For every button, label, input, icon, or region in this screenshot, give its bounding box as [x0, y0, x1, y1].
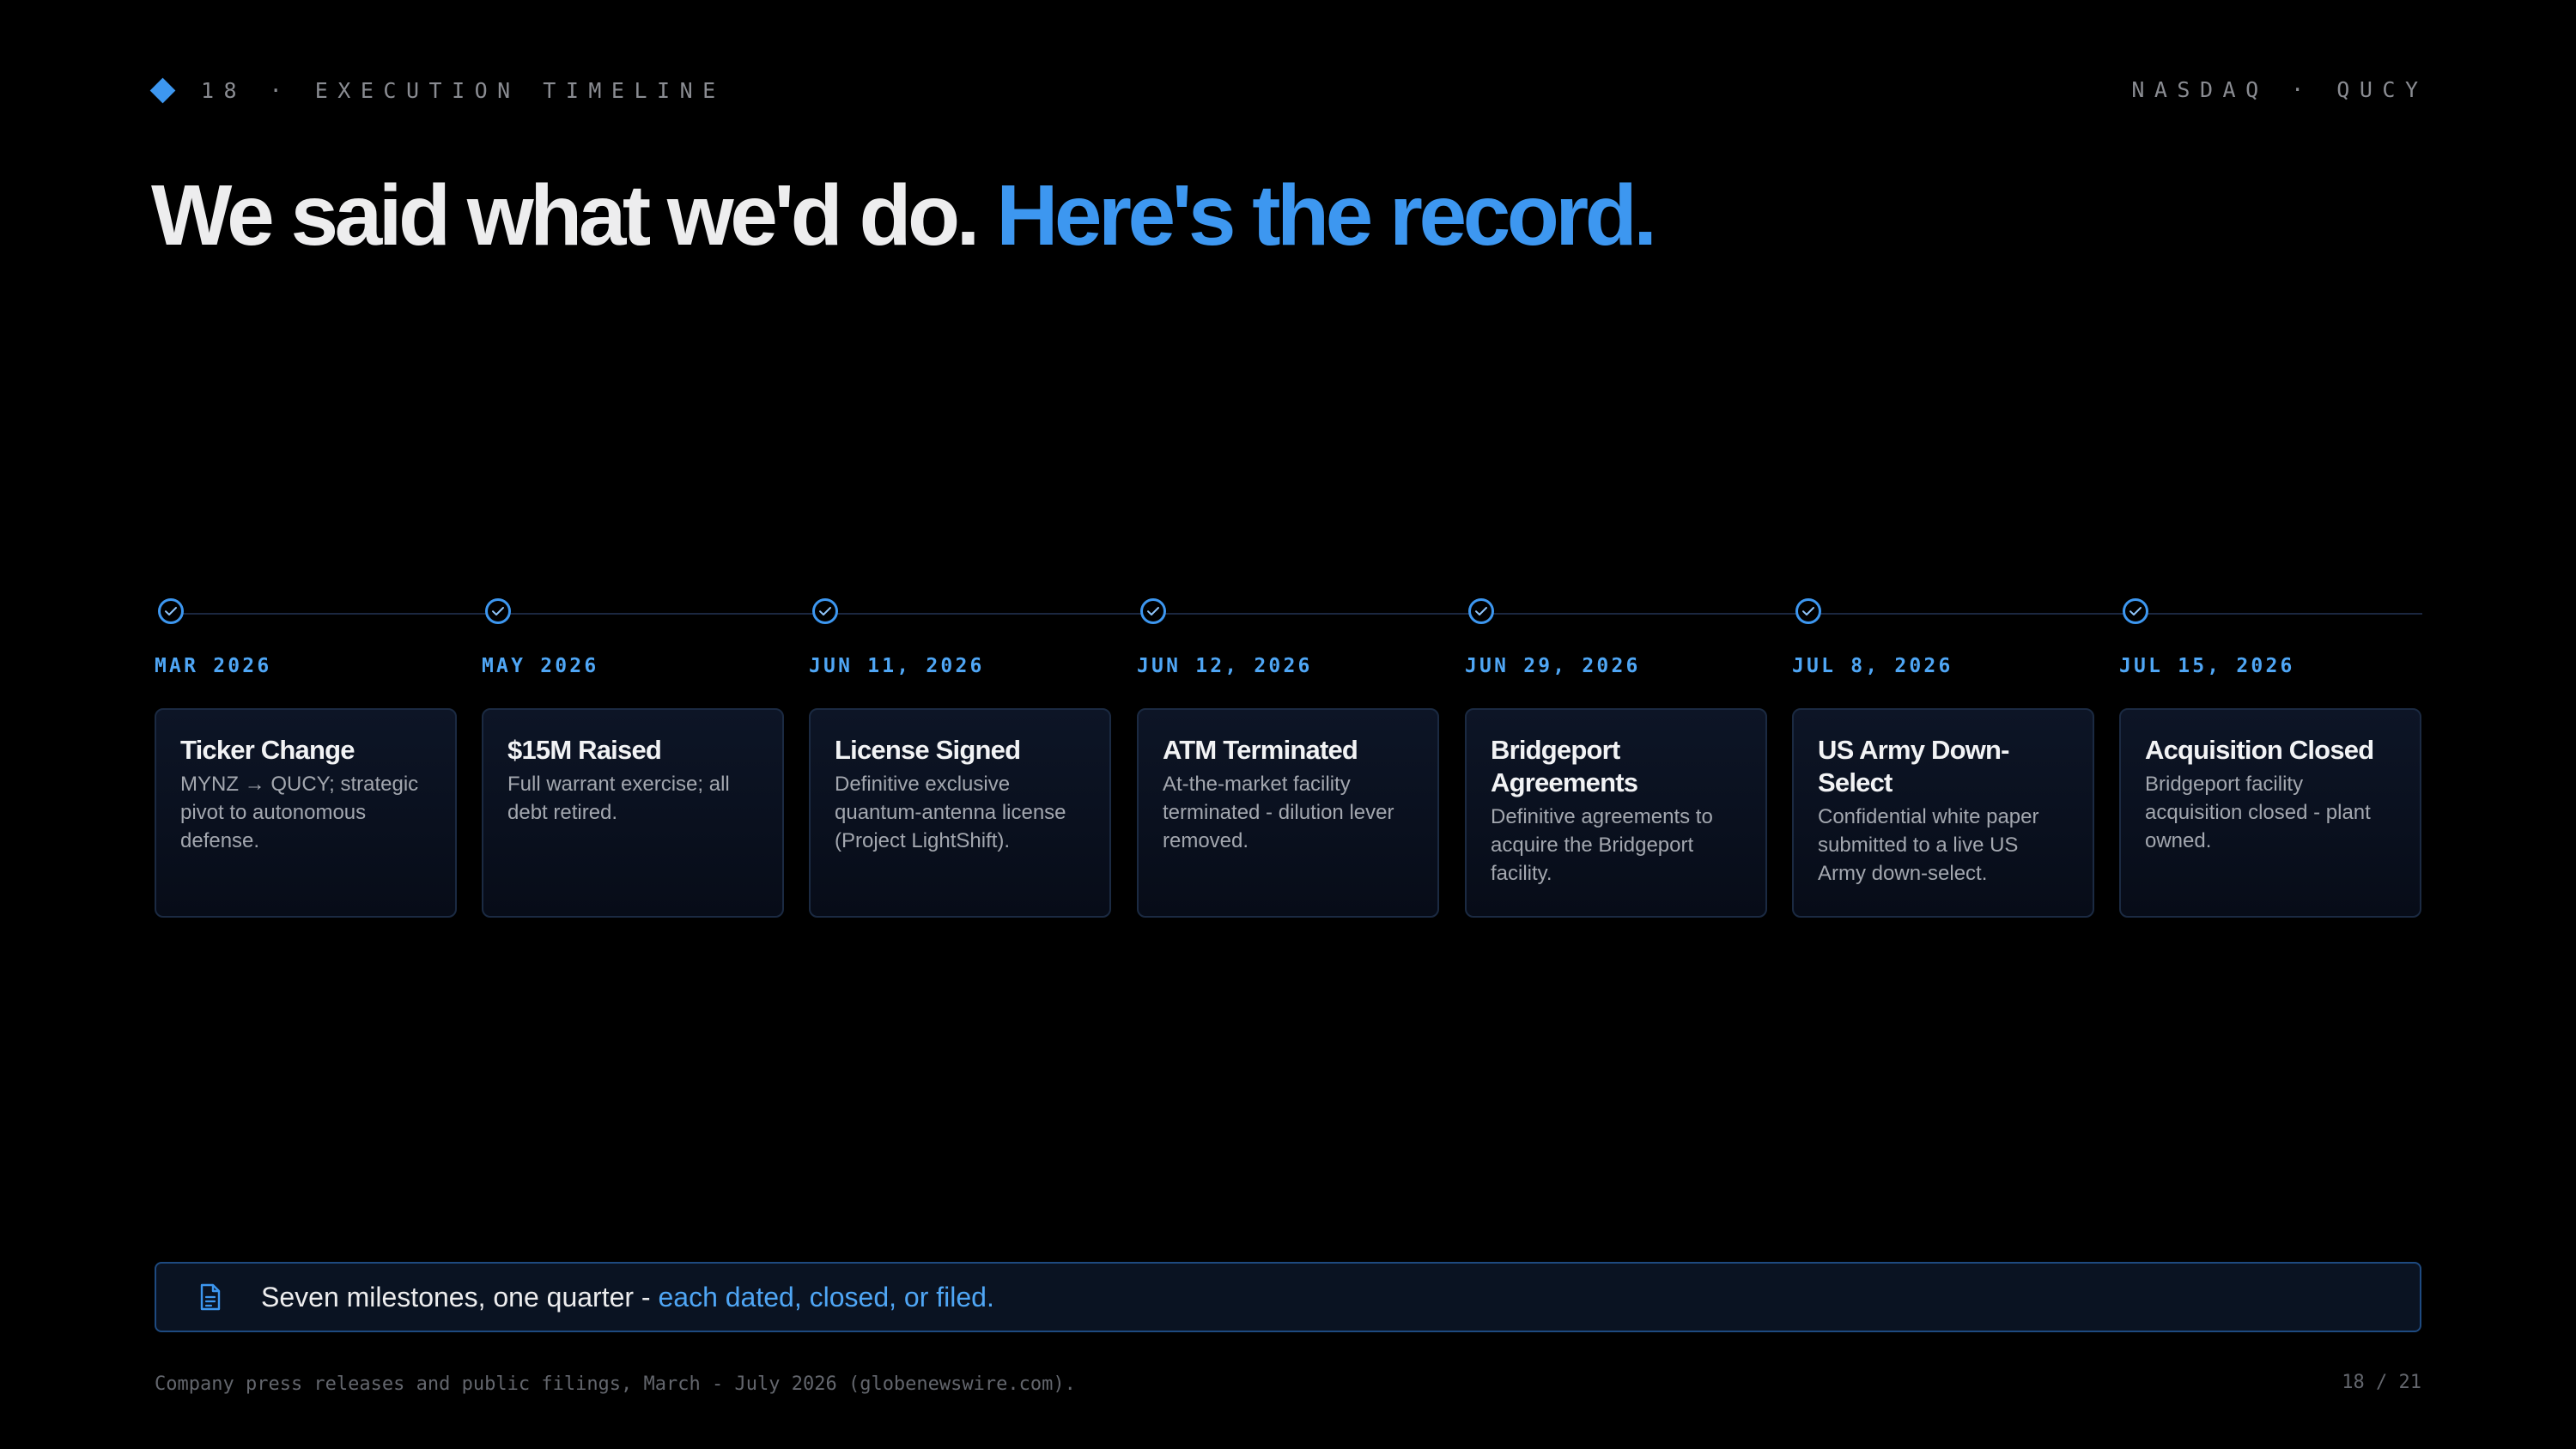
- milestone-date: MAR 2026: [155, 655, 272, 677]
- page-title: We said what we'd do. Here's the record.: [151, 163, 1657, 268]
- milestone-title: Bridgeport Agreements: [1491, 735, 1638, 797]
- milestone-date: JUN 11, 2026: [809, 655, 985, 677]
- milestone-description: Definitive exclusive quantum-antenna lic…: [835, 773, 1066, 852]
- milestone-title: US Army Down-Select: [1818, 735, 2010, 797]
- section-kicker: 18 · EXECUTION TIMELINE: [149, 76, 726, 105]
- milestone-date: JUL 8, 2026: [1792, 655, 1953, 677]
- milestone-description: MYNZ → QUCY; strategic pivot to autonomo…: [180, 773, 419, 852]
- ticker-label: NASDAQ · QUCY: [2131, 77, 2428, 102]
- milestone-description: Bridgeport facility acquisition closed -…: [2145, 773, 2371, 852]
- source-note: Company press releases and public filing…: [155, 1373, 1076, 1395]
- callout-message: Seven milestones, one quarter - each dat…: [261, 1282, 994, 1313]
- milestone-card: ATM Terminated At-the-market facility te…: [1137, 708, 1439, 918]
- milestone-title: Ticker Change: [180, 735, 355, 765]
- page-number: 18 / 21: [2342, 1372, 2421, 1393]
- diamond-icon: [149, 77, 176, 103]
- check-icon: [1795, 598, 1821, 624]
- milestone-description: At-the-market facility terminated - dilu…: [1163, 773, 1394, 852]
- title-part-2: Here's the record.: [996, 167, 1657, 264]
- milestone-description: Confidential white paper submitted to a …: [1818, 805, 2039, 885]
- check-icon: [1468, 598, 1494, 624]
- callout-accent: each dated, closed, or filed.: [658, 1281, 994, 1313]
- document-icon: [197, 1282, 223, 1312]
- milestone-description: Definitive agreements to acquire the Bri…: [1491, 805, 1713, 885]
- milestone-title: ATM Terminated: [1163, 735, 1358, 765]
- milestone-card: US Army Down-Select Confidential white p…: [1792, 708, 2094, 918]
- milestone-card: $15M Raised Full warrant exercise; all d…: [482, 708, 784, 918]
- milestone-date: JUN 12, 2026: [1137, 655, 1313, 677]
- check-icon: [1140, 598, 1166, 624]
- milestone-description: Full warrant exercise; all debt retired.: [507, 773, 730, 824]
- check-icon: [158, 598, 184, 624]
- milestone-title: License Signed: [835, 735, 1021, 765]
- milestone-title: $15M Raised: [507, 735, 662, 765]
- milestone-date: JUN 29, 2026: [1465, 655, 1641, 677]
- milestone-date: JUL 15, 2026: [2119, 655, 2295, 677]
- milestone-title: Acquisition Closed: [2145, 735, 2374, 765]
- check-icon: [2123, 598, 2148, 624]
- milestone-card: License Signed Definitive exclusive quan…: [809, 708, 1111, 918]
- summary-callout: Seven milestones, one quarter - each dat…: [155, 1262, 2421, 1332]
- check-icon: [485, 598, 511, 624]
- milestone-card: Bridgeport Agreements Definitive agreeme…: [1465, 708, 1767, 918]
- title-part-1: We said what we'd do.: [151, 167, 980, 264]
- milestone-card: Ticker Change MYNZ → QUCY; strategic piv…: [155, 708, 457, 918]
- section-label: 18 · EXECUTION TIMELINE: [201, 77, 726, 103]
- milestone-date: MAY 2026: [482, 655, 599, 677]
- callout-text: Seven milestones, one quarter -: [261, 1281, 659, 1313]
- milestone-card: Acquisition Closed Bridgeport facility a…: [2119, 708, 2421, 918]
- check-icon: [812, 598, 838, 624]
